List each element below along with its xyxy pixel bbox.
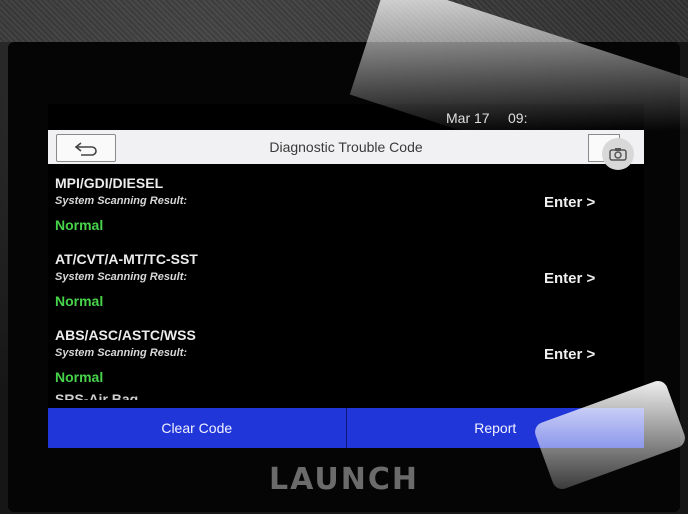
enter-button[interactable]: Enter > xyxy=(544,346,595,363)
enter-button[interactable]: Enter > xyxy=(544,270,595,287)
action-bar: Clear Code Report xyxy=(48,408,644,448)
list-item[interactable]: AT/CVT/A-MT/TC-SST System Scanning Resul… xyxy=(48,240,644,316)
system-name: MPI/GDI/DIESEL xyxy=(55,175,164,191)
status-time: 09: xyxy=(508,110,528,126)
scan-result-label: System Scanning Result: xyxy=(55,347,188,359)
list-item[interactable]: ABS/ASC/ASTC/WSS System Scanning Result:… xyxy=(48,316,644,392)
status-normal: Normal xyxy=(55,217,104,233)
list-item[interactable]: MPI/GDI/DIESEL System Scanning Result: N… xyxy=(48,164,644,240)
page-title: Diagnostic Trouble Code xyxy=(269,139,423,155)
system-name: AT/CVT/A-MT/TC-SST xyxy=(55,251,198,267)
system-list: MPI/GDI/DIESEL System Scanning Result: N… xyxy=(48,164,644,418)
back-arrow-icon xyxy=(74,142,97,156)
system-name: ABS/ASC/ASTC/WSS xyxy=(55,327,196,343)
camera-icon xyxy=(609,148,627,161)
status-bar: Mar 17 09: xyxy=(48,104,644,130)
device-casing xyxy=(0,0,688,42)
back-button[interactable] xyxy=(56,134,116,162)
title-bar: Diagnostic Trouble Code xyxy=(48,130,644,164)
scan-result-label: System Scanning Result: xyxy=(55,271,188,283)
clear-code-button[interactable]: Clear Code xyxy=(48,408,346,448)
status-normal: Normal xyxy=(55,293,104,309)
scan-result-label: System Scanning Result: xyxy=(55,195,188,207)
partial-list-item[interactable]: SRS-Air Bag xyxy=(55,392,138,400)
status-normal: Normal xyxy=(55,369,104,385)
report-button[interactable]: Report xyxy=(347,408,645,448)
device-frame: Mar 17 09: Diagnostic Trouble Code MPI/G… xyxy=(0,0,688,514)
brand-logo: LAUNCH xyxy=(268,462,419,497)
status-date: Mar 17 xyxy=(446,110,490,126)
enter-button[interactable]: Enter > xyxy=(544,194,595,211)
tablet-screen: Mar 17 09: Diagnostic Trouble Code MPI/G… xyxy=(48,104,644,448)
